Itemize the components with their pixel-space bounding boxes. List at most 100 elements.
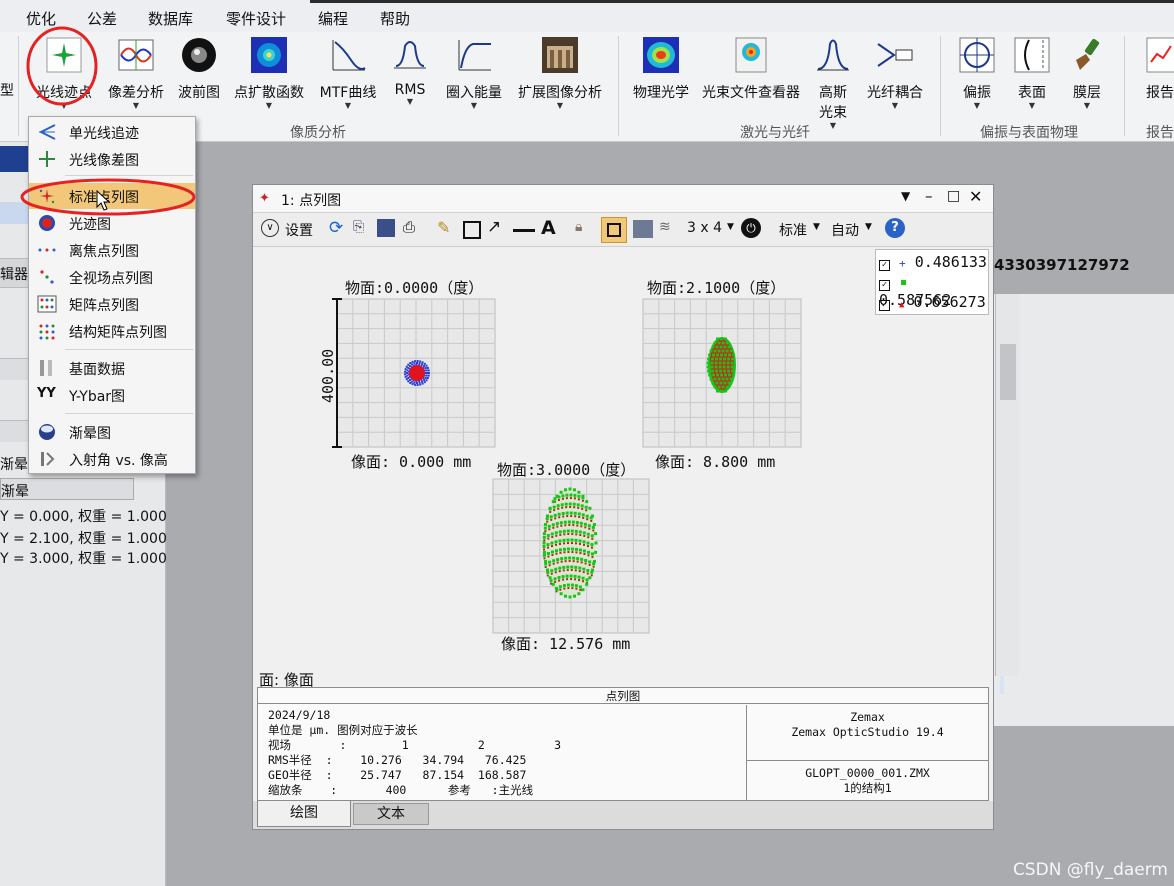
tab-plot[interactable]: 绘图: [257, 801, 351, 827]
menu-item-full-field-spot[interactable]: 全视场点列图: [29, 264, 195, 290]
field-row-2[interactable]: Y = 2.100, 权重 = 1.000): [0, 528, 172, 548]
legend-checkbox-3[interactable]: ✓: [879, 300, 890, 311]
standard-chevron-icon[interactable]: ▼: [813, 222, 820, 232]
standard-dropdown[interactable]: 标准: [779, 220, 807, 240]
polarization-button[interactable]: 偏振 ▼: [952, 36, 1002, 110]
wavelength-legend: ✓ + 0.486133 ✓ 0.587562 ✓ ▲ 0.656273: [875, 249, 989, 315]
menu-database[interactable]: 数据库: [148, 8, 193, 29]
extended-image-icon: [542, 37, 578, 73]
settings-chevron-icon[interactable]: ∨: [261, 219, 279, 237]
psf-button[interactable]: 点扩散函数 ▼: [230, 36, 308, 110]
layout-dropdown[interactable]: 3 x 4: [687, 220, 722, 236]
beam-file-viewer-icon: [735, 37, 767, 73]
help-icon[interactable]: ?: [885, 218, 905, 238]
info-panel: 点列图 2024/9/18 单位是 μm. 图例对应于波长 视场 : 1 2 3 RM…: [257, 687, 989, 801]
save-icon[interactable]: [377, 219, 395, 237]
ray-fan-icon: [39, 151, 55, 167]
right-editor-panel: [994, 294, 1174, 726]
window-title: 1: 点列图: [281, 193, 342, 209]
full-field-spot-icon: [40, 270, 54, 284]
menu-item-single-ray-trace[interactable]: 单光线追迹: [29, 119, 195, 145]
legend-red-triangle-icon: ▲: [899, 300, 905, 310]
grid-layout-button[interactable]: [601, 217, 627, 243]
fiber-coupling-icon: [877, 43, 913, 67]
rms-button[interactable]: RMS ▼: [388, 36, 432, 106]
power-icon[interactable]: ⏻: [741, 218, 761, 238]
single-ray-trace-icon: [38, 124, 56, 140]
encircled-energy-button[interactable]: 圈入能量 ▼: [440, 36, 508, 110]
print-icon[interactable]: ⎙: [403, 218, 415, 236]
wavefront-icon: [182, 38, 216, 72]
mtf-button[interactable]: MTF曲线 ▼: [316, 36, 380, 110]
field-row-3[interactable]: Y = 3.000, 权重 = 1.000): [0, 548, 172, 568]
fiber-coupling-button[interactable]: 光纤耦合 ▼: [862, 36, 928, 110]
report-button[interactable]: 报告: [1140, 36, 1174, 102]
report-icon: [1146, 37, 1174, 73]
menu-part-design[interactable]: 零件设计: [226, 8, 286, 29]
menu-programming[interactable]: 编程: [318, 8, 348, 29]
menu-item-vignetting-plot[interactable]: 渐晕图: [29, 419, 195, 445]
coating-button[interactable]: 膜层 ▼: [1062, 36, 1112, 110]
menu-item-y-ybar[interactable]: YY Y-Ybar图: [29, 382, 195, 408]
aberration-button[interactable]: 像差分析 ▼: [104, 36, 168, 110]
field-row-1[interactable]: Y = 0.000, 权重 = 1.000): [0, 506, 172, 526]
beam-file-viewer-button[interactable]: 光束文件查看器: [696, 36, 806, 102]
arrow-icon[interactable]: ↗: [487, 217, 501, 237]
polarization-icon: [959, 37, 995, 73]
incident-angle-icon: [41, 452, 55, 466]
title-strip: [310, 0, 1174, 3]
gaussian-beam-button[interactable]: 高斯 光束 ▼: [810, 36, 856, 130]
menu-item-ray-fan[interactable]: 光线像差图: [29, 146, 195, 172]
minimize-icon[interactable]: –: [925, 187, 933, 205]
menu-item-through-focus-spot[interactable]: 离焦点列图: [29, 237, 195, 263]
rms-icon: [394, 41, 426, 69]
auto-chevron-icon[interactable]: ▼: [865, 222, 872, 232]
right-scrollbar[interactable]: [995, 294, 1019, 676]
auto-dropdown[interactable]: 自动: [831, 220, 859, 240]
extended-image-button[interactable]: 扩展图像分析 ▼: [514, 36, 606, 110]
aberration-icon: [118, 39, 154, 71]
menu-help[interactable]: 帮助: [380, 8, 410, 29]
grid-icon: [607, 223, 621, 237]
vignette-box[interactable]: 渐晕: [0, 478, 134, 500]
info-header: 点列图: [258, 688, 988, 704]
psf-icon: [251, 37, 287, 73]
coating-icon: [1076, 38, 1100, 70]
layout-chevron-icon[interactable]: ▼: [727, 222, 734, 232]
line-icon[interactable]: [513, 229, 535, 232]
layers-icon[interactable]: ≋: [659, 219, 671, 235]
pencil-icon[interactable]: ✎: [437, 218, 450, 237]
legend-row-1[interactable]: ✓ + 0.486133: [879, 253, 987, 271]
refresh-icon[interactable]: ⟳: [329, 218, 343, 238]
physical-optics-button[interactable]: 物理光学: [628, 36, 694, 102]
lock-icon[interactable]: 🔒︎: [575, 219, 582, 235]
settings-button[interactable]: 设置: [285, 220, 313, 240]
menu-item-config-matrix-spot[interactable]: 结构矩阵点列图: [29, 318, 195, 344]
maximize-icon[interactable]: □: [947, 188, 960, 204]
watermark: CSDN @fly_daerm: [1012, 860, 1168, 880]
surface-button[interactable]: 表面 ▼: [1008, 36, 1056, 110]
window-tile-icon[interactable]: [633, 220, 653, 238]
legend-green-square-icon: [901, 280, 907, 285]
wavefront-button[interactable]: 波前图: [174, 36, 224, 102]
ribbon-left-clip[interactable]: 型: [0, 80, 14, 100]
legend-checkbox-1[interactable]: ✓: [879, 260, 890, 271]
text-icon[interactable]: A: [541, 217, 556, 239]
vignetting-icon: [39, 424, 55, 440]
menu-item-cardinal-points[interactable]: 基面数据: [29, 355, 195, 381]
scrollbar-thumb[interactable]: [1000, 344, 1016, 400]
info-right-top: Zemax Zemax OpticStudio 19.4: [791, 710, 944, 739]
menu-item-matrix-spot[interactable]: 矩阵点列图: [29, 291, 195, 317]
window-menu-chevron-icon[interactable]: ▼: [901, 189, 910, 203]
menu-item-incident-angle-vs-image-height[interactable]: 入射角 vs. 像高: [29, 446, 195, 472]
close-icon[interactable]: ✕: [969, 187, 982, 206]
legend-row-3[interactable]: ✓ ▲ 0.656273: [879, 293, 986, 311]
legend-checkbox-2[interactable]: ✓: [879, 280, 890, 291]
plot-3-object-label: 物面:3.0000（度）: [497, 461, 636, 479]
copy-icon[interactable]: ⎘: [353, 219, 364, 235]
plot-2-image-label: 像面: 8.800 mm: [655, 453, 776, 471]
tab-text[interactable]: 文本: [353, 803, 429, 825]
window-title-bar[interactable]: ✦ 1: 点列图 ▼ – □ ✕: [253, 185, 993, 213]
group-label-report: 报告: [1146, 125, 1174, 141]
rectangle-icon[interactable]: [463, 221, 481, 239]
